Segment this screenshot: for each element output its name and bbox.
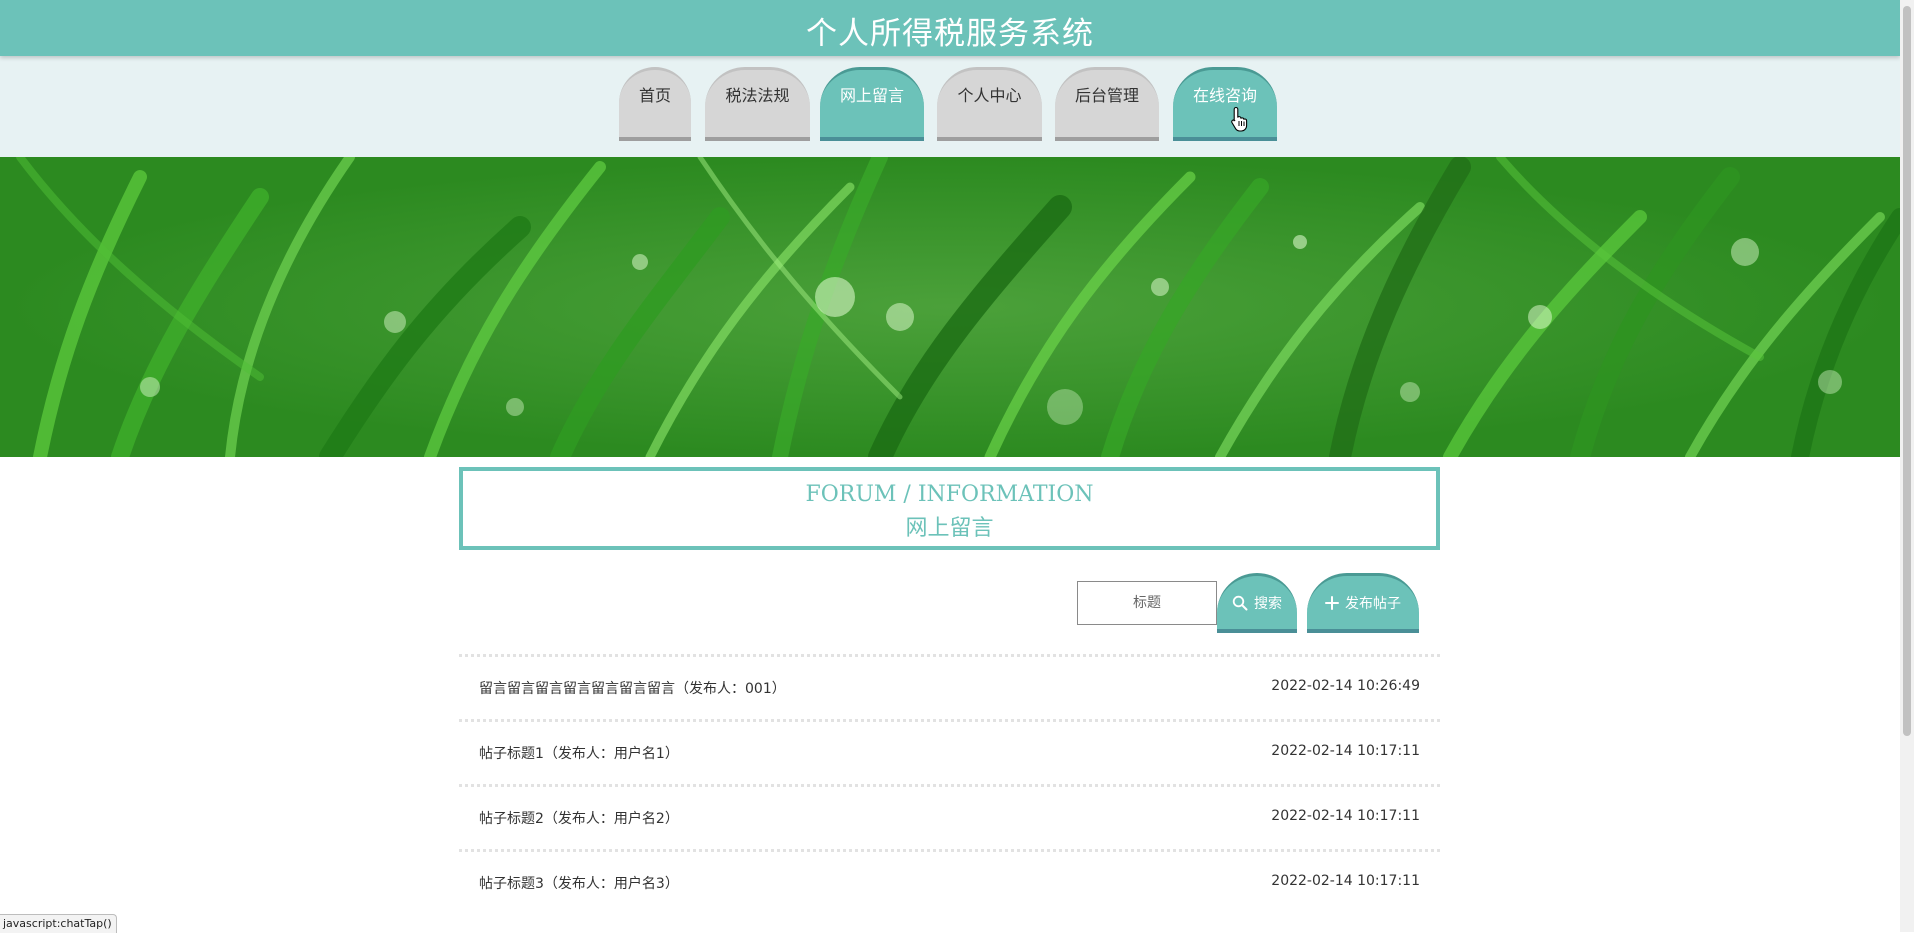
hero-banner bbox=[0, 157, 1900, 457]
post-row[interactable]: 帖子标题1（发布人：用户名1） 2022-02-14 10:17:11 bbox=[459, 719, 1440, 784]
new-post-button[interactable]: 发布帖子 bbox=[1307, 573, 1419, 633]
nav-tab-online-consult[interactable]: 在线咨询 bbox=[1173, 67, 1277, 141]
main-nav: 首页 税法法规 网上留言 个人中心 后台管理 在线咨询 bbox=[0, 56, 1900, 157]
nav-tab-admin[interactable]: 后台管理 bbox=[1055, 67, 1159, 141]
title-search-input[interactable]: 标题 bbox=[1077, 581, 1217, 625]
post-date: 2022-02-14 10:17:11 bbox=[1271, 743, 1420, 759]
site-header: 个人所得税服务系统 bbox=[0, 0, 1900, 56]
nav-tab-tax-laws[interactable]: 税法法规 bbox=[705, 67, 810, 141]
nav-tab-message-board[interactable]: 网上留言 bbox=[820, 67, 924, 141]
post-row[interactable]: 帖子标题3（发布人：用户名3） 2022-02-14 10:17:11 bbox=[459, 849, 1440, 914]
scrollbar-thumb[interactable] bbox=[1903, 6, 1911, 736]
post-row[interactable]: 留言留言留言留言留言留言留言（发布人：001） 2022-02-14 10:26… bbox=[459, 654, 1440, 719]
post-title[interactable]: 帖子标题1（发布人：用户名1） bbox=[479, 743, 679, 763]
post-date: 2022-02-14 10:26:49 bbox=[1271, 678, 1420, 694]
browser-status-bar: javascript:chatTap() bbox=[0, 914, 117, 933]
post-date: 2022-02-14 10:17:11 bbox=[1271, 873, 1420, 889]
nav-tab-personal-center[interactable]: 个人中心 bbox=[937, 67, 1042, 141]
page: 个人所得税服务系统 首页 税法法规 网上留言 个人中心 后台管理 在线咨询 FO… bbox=[0, 0, 1900, 932]
section-title-en: FORUM / INFORMATION bbox=[805, 482, 1094, 507]
post-row[interactable]: 帖子标题2（发布人：用户名2） 2022-02-14 10:17:11 bbox=[459, 784, 1440, 849]
hand-pointer-cursor-icon bbox=[1231, 106, 1248, 132]
section-heading: FORUM / INFORMATION 网上留言 bbox=[459, 467, 1440, 550]
site-title: 个人所得税服务系统 bbox=[806, 16, 1094, 52]
post-title[interactable]: 留言留言留言留言留言留言留言（发布人：001） bbox=[479, 678, 786, 698]
post-date: 2022-02-14 10:17:11 bbox=[1271, 808, 1420, 824]
search-button[interactable]: 搜索 bbox=[1217, 573, 1297, 633]
post-title[interactable]: 帖子标题2（发布人：用户名2） bbox=[479, 808, 679, 828]
post-list: 留言留言留言留言留言留言留言（发布人：001） 2022-02-14 10:26… bbox=[459, 654, 1440, 914]
vertical-scrollbar[interactable] bbox=[1900, 0, 1914, 932]
plus-icon bbox=[1325, 595, 1339, 610]
new-post-button-label: 发布帖子 bbox=[1345, 595, 1401, 612]
grass-banner-image bbox=[0, 157, 1900, 457]
nav-tab-home[interactable]: 首页 bbox=[619, 67, 691, 141]
search-button-label: 搜索 bbox=[1254, 595, 1282, 612]
post-title[interactable]: 帖子标题3（发布人：用户名3） bbox=[479, 873, 679, 893]
search-icon bbox=[1232, 595, 1248, 610]
section-title-cn: 网上留言 bbox=[905, 516, 994, 541]
